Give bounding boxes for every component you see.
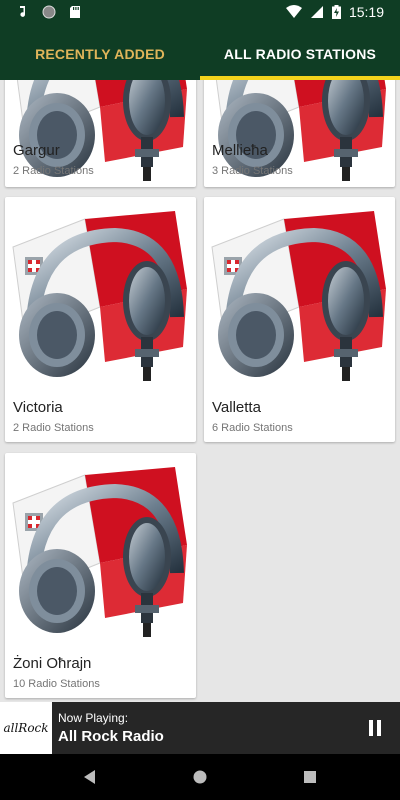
station-card[interactable]: Żoni Oħrajn 10 Radio Stations — [5, 453, 196, 698]
station-thumbnail — [5, 197, 196, 387]
now-playing-label: Now Playing: — [58, 711, 129, 725]
tab-recently-added[interactable]: RECENTLY ADDED — [0, 24, 200, 80]
station-logo: allRock — [0, 702, 52, 754]
station-card[interactable]: Gargur 2 Radio Stations — [5, 80, 196, 187]
station-count: 2 Radio Stations — [13, 422, 94, 434]
station-name: Gargur — [13, 142, 60, 159]
stations-grid[interactable]: Gargur 2 Radio Stations Mellieħa 3 Radio… — [0, 80, 400, 702]
back-icon[interactable] — [80, 767, 100, 787]
status-time: 15:19 — [348, 4, 384, 20]
station-card[interactable]: Mellieħa 3 Radio Stations — [204, 80, 395, 187]
sd-card-icon — [70, 6, 80, 18]
station-count: 3 Radio Stations — [212, 165, 293, 177]
wifi-icon — [285, 5, 302, 18]
station-thumbnail — [204, 197, 395, 387]
station-thumbnail — [5, 453, 196, 643]
station-name: Mellieħa — [212, 142, 268, 159]
station-count: 6 Radio Stations — [212, 422, 293, 434]
battery-charging-icon — [331, 5, 341, 19]
tab-all-radio-stations[interactable]: ALL RADIO STATIONS — [200, 24, 400, 80]
station-name: Victoria — [13, 399, 63, 416]
circle-icon — [42, 5, 56, 19]
status-bar: 15:19 — [0, 0, 400, 24]
recents-icon[interactable] — [300, 767, 320, 787]
home-icon[interactable] — [190, 767, 210, 787]
now-playing-title: All Rock Radio — [58, 728, 164, 745]
signal-icon — [310, 6, 323, 18]
station-card[interactable]: Valletta 6 Radio Stations — [204, 197, 395, 442]
station-count: 2 Radio Stations — [13, 165, 94, 177]
station-card[interactable]: Victoria 2 Radio Stations — [5, 197, 196, 442]
pause-icon[interactable] — [368, 720, 382, 736]
now-playing-bar[interactable]: allRock Now Playing: All Rock Radio — [0, 702, 400, 754]
tab-bar: RECENTLY ADDED ALL RADIO STATIONS — [0, 24, 400, 80]
station-count: 10 Radio Stations — [13, 678, 100, 690]
system-nav-bar — [0, 754, 400, 800]
music-note-icon — [20, 6, 26, 17]
station-name: Valletta — [212, 399, 261, 416]
station-name: Żoni Oħrajn — [13, 655, 92, 672]
